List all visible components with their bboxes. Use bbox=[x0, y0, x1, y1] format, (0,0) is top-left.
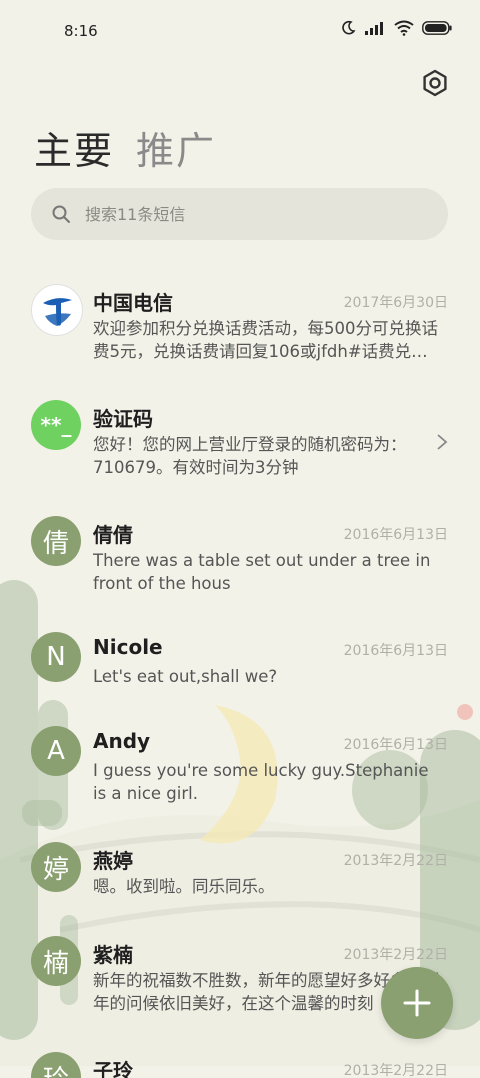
settings-icon[interactable] bbox=[420, 68, 450, 98]
contact-name: 倩倩 bbox=[93, 523, 133, 547]
battery-icon bbox=[422, 21, 452, 35]
list-item[interactable]: 倩 倩倩 2016年6月13日 There was a table set ou… bbox=[0, 502, 480, 618]
contact-name: 验证码 bbox=[93, 407, 153, 431]
avatar: **_ bbox=[31, 400, 81, 450]
contact-name: 中国电信 bbox=[93, 291, 173, 315]
status-bar: 8:16 bbox=[0, 0, 480, 60]
moon-icon bbox=[342, 20, 356, 35]
avatar: 玲 bbox=[31, 1052, 81, 1078]
message-date: 2013年2月22日 bbox=[343, 853, 448, 869]
status-time: 8:16 bbox=[64, 22, 98, 40]
search-bar[interactable] bbox=[31, 188, 448, 240]
message-date: 2016年6月13日 bbox=[343, 643, 448, 659]
contact-name: 燕婷 bbox=[93, 849, 133, 873]
list-item[interactable]: 婷 燕婷 2013年2月22日 嗯。收到啦。同乐同乐。 bbox=[0, 828, 480, 922]
avatar: 倩 bbox=[31, 516, 81, 566]
message-preview: 您好！您的网上营业厅登录的随机密码为：710679。有效时间为3分钟 bbox=[93, 435, 407, 477]
list-item[interactable]: A Andy 2016年6月13日 I guess you're some lu… bbox=[0, 712, 480, 828]
avatar bbox=[31, 284, 83, 336]
chevron-right-icon bbox=[437, 434, 448, 450]
new-message-button[interactable] bbox=[381, 967, 453, 1039]
message-date: 2013年2月22日 bbox=[343, 947, 448, 963]
wifi-icon bbox=[394, 20, 414, 36]
list-item[interactable]: N Nicole 2016年6月13日 Let's eat out,shall … bbox=[0, 618, 480, 712]
message-date: 2016年6月13日 bbox=[343, 737, 448, 753]
avatar: 婷 bbox=[31, 842, 81, 892]
avatar: N bbox=[31, 632, 81, 682]
tab-promo[interactable]: 推广 bbox=[136, 120, 216, 175]
message-date: 2017年6月30日 bbox=[343, 295, 448, 311]
message-date: 2016年6月13日 bbox=[343, 527, 448, 543]
message-preview: There was a table set out under a tree i… bbox=[93, 551, 431, 593]
contact-name: Andy bbox=[93, 729, 151, 753]
avatar: A bbox=[31, 726, 81, 776]
message-date: 2013年2月22日 bbox=[343, 1063, 448, 1078]
message-preview: I guess you're some lucky guy.Stephanie … bbox=[93, 761, 429, 803]
signal-icon bbox=[365, 22, 383, 35]
list-item[interactable]: 玲 子玲 2013年2月22日 bbox=[0, 1038, 480, 1078]
avatar: 楠 bbox=[31, 936, 81, 986]
search-input[interactable] bbox=[83, 203, 417, 225]
search-icon bbox=[52, 205, 70, 223]
tab-bar: 主要 推广 bbox=[34, 120, 216, 175]
plus-icon bbox=[403, 989, 431, 1017]
contact-name: 紫楠 bbox=[93, 943, 133, 967]
message-preview: 嗯。收到啦。同乐同乐。 bbox=[93, 877, 275, 896]
contact-name: Nicole bbox=[93, 635, 163, 659]
message-preview: 欢迎参加积分兑换话费活动，每500分可兑换话费5元，兑换话费请回复106或jfd… bbox=[93, 319, 438, 361]
list-item[interactable]: 中国电信 2017年6月30日 欢迎参加积分兑换话费活动，每500分可兑换话费5… bbox=[0, 270, 480, 386]
message-preview: Let's eat out,shall we? bbox=[93, 667, 278, 686]
tab-primary[interactable]: 主要 bbox=[34, 120, 114, 175]
china-telecom-logo-icon bbox=[36, 289, 78, 331]
list-item[interactable]: **_ 验证码 您好！您的网上营业厅登录的随机密码为：710679。有效时间为3… bbox=[0, 386, 480, 502]
contact-name: 子玲 bbox=[93, 1059, 133, 1078]
